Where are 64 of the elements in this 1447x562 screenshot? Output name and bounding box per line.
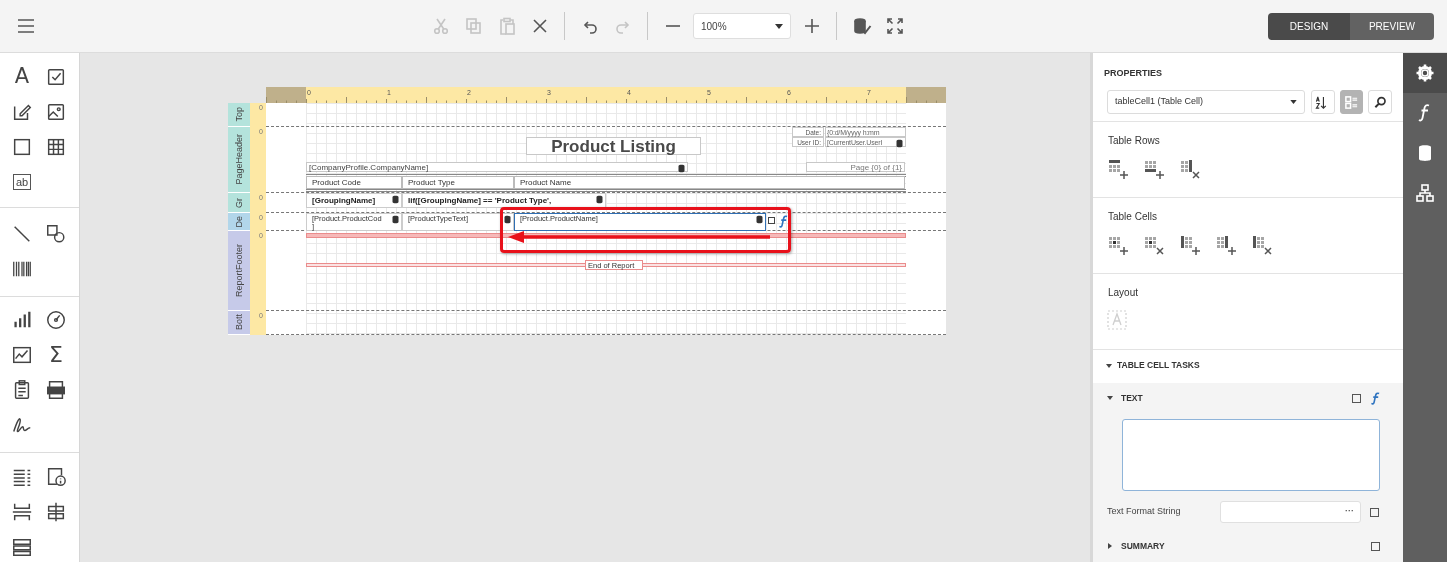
group-cell[interactable]: [GroupingName]: [306, 193, 402, 208]
square-icon[interactable]: [1370, 507, 1379, 517]
field-label: Text Format String: [1107, 505, 1182, 519]
expand-icon[interactable]: [1107, 543, 1113, 549]
band-name: Top: [234, 107, 244, 122]
band-name: PageHeader: [234, 134, 244, 185]
field-label[interactable]: [CompanyProfile.CompanyName]: [306, 162, 688, 172]
gauge-icon[interactable]: [45, 308, 67, 331]
function-icon[interactable]: [1371, 391, 1380, 405]
band-label[interactable]: Gr: [228, 193, 250, 213]
square-icon[interactable]: [768, 217, 775, 224]
format-string-field[interactable]: ···: [1220, 501, 1361, 523]
property-group-header[interactable]: SUMMARY: [1121, 539, 1165, 553]
section-title: Table Rows: [1107, 134, 1161, 148]
square-icon[interactable]: [1352, 393, 1361, 403]
zoom-value: 100%: [701, 19, 727, 34]
panel-title: PROPERTIES: [1104, 67, 1163, 79]
sitemap-icon: [1415, 183, 1435, 203]
page-number-label[interactable]: Page {0} of {1}: [806, 162, 905, 172]
band-name: Bott: [234, 314, 244, 331]
search-icon: [1372, 94, 1388, 110]
menu-icon[interactable]: [16, 16, 36, 36]
sort-button[interactable]: [1310, 90, 1335, 114]
header-cell[interactable]: Product Code: [306, 176, 402, 189]
band-label[interactable]: Top: [228, 103, 250, 127]
side-tab[interactable]: [1403, 53, 1447, 93]
group-header[interactable]: TABLE CELL TASKS: [1117, 359, 1200, 372]
function-icon[interactable]: [779, 215, 788, 228]
group-cell[interactable]: Iif([GroupingName] == 'Product Type',: [402, 193, 606, 208]
zoom-combo[interactable]: 100%: [693, 13, 791, 39]
cross-band-icon[interactable]: [45, 500, 67, 523]
property-group-header[interactable]: TEXT: [1121, 391, 1143, 405]
text-box-tool[interactable]: ab: [12, 173, 32, 190]
search-button[interactable]: [1368, 90, 1392, 114]
square-icon[interactable]: [1371, 541, 1380, 551]
section-title: Table Cells: [1107, 210, 1158, 224]
header-cell[interactable]: Product Type: [402, 176, 514, 189]
band-label[interactable]: ReportFooter: [228, 231, 250, 311]
ellipsis-button[interactable]: ···: [1345, 505, 1354, 519]
band-label[interactable]: Bott: [228, 311, 250, 335]
header-cell[interactable]: Product Name: [514, 176, 905, 189]
band-label[interactable]: De: [228, 213, 250, 231]
sigma-tool[interactable]: Σ: [49, 343, 63, 366]
mode-tab[interactable]: DESIGN: [1268, 12, 1350, 40]
caret-icon: [1289, 100, 1297, 104]
band-name: De: [234, 215, 244, 228]
database-check-icon[interactable]: [851, 16, 872, 36]
shapes-icon[interactable]: [45, 222, 67, 245]
mode-tab[interactable]: PREVIEW: [1350, 12, 1434, 40]
report-title[interactable]: Product Listing: [526, 137, 701, 155]
selector-value: tableCell1 (Table Cell): [1115, 95, 1204, 109]
fullscreen-icon[interactable]: [884, 16, 905, 36]
collapse-icon[interactable]: [1107, 395, 1113, 401]
label-tool[interactable]: A: [14, 66, 30, 87]
section-title: Layout: [1107, 286, 1140, 300]
gear-icon: [1415, 63, 1435, 83]
band-name: Gr: [234, 197, 244, 208]
categories-icon: [1343, 94, 1359, 110]
band-label[interactable]: PageHeader: [228, 127, 250, 193]
band-name: ReportFooter: [234, 244, 244, 297]
caret-icon: [775, 23, 783, 29]
document-info-icon[interactable]: [45, 465, 67, 488]
component-selector[interactable]: tableCell1 (Table Cell): [1107, 90, 1305, 114]
collapse-icon[interactable]: [1106, 362, 1112, 369]
